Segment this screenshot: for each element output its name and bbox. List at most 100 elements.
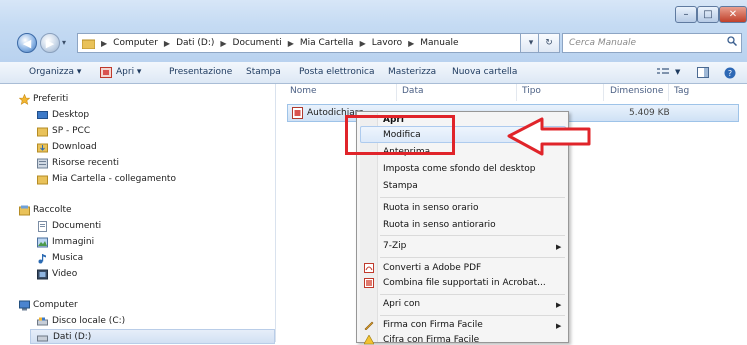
menu-item-7zip[interactable]: 7-Zip [383, 241, 406, 251]
star-icon [19, 94, 30, 105]
menu-separator [380, 257, 565, 258]
maximize-button[interactable]: □ [697, 6, 719, 23]
breadcrumb-computer[interactable]: Computer [113, 38, 158, 48]
file-size: 5.409 KB [629, 108, 670, 118]
sidebar-item-label: SP - PCC [52, 126, 91, 136]
video-icon [37, 269, 48, 280]
breadcrumb-manuale[interactable]: Manuale [420, 38, 458, 48]
library-icon [19, 205, 30, 216]
breadcrumb-mia-cartella[interactable]: Mia Cartella [300, 38, 354, 48]
navigation-pane: Preferiti Desktop SP - PCC Download Riso… [0, 84, 276, 344]
menu-separator [380, 294, 565, 295]
sidebar-item-label: Desktop [52, 110, 90, 120]
close-button[interactable]: ✕ [719, 6, 747, 23]
menu-item-convert-pdf[interactable]: Converti a Adobe PDF [383, 263, 481, 273]
sidebar-item-label: Video [52, 269, 78, 279]
view-dropdown-icon[interactable]: ▼ [675, 62, 680, 83]
menu-item-open-with[interactable]: Apri con [383, 299, 420, 309]
email-button[interactable]: Posta elettronica [299, 62, 375, 83]
menu-item-encrypt[interactable]: Cifra con Firma Facile [383, 335, 479, 345]
window-titlebar [0, 0, 747, 63]
sidebar-item-mia-cartella[interactable]: Mia Cartella - collegamento [37, 172, 176, 187]
preview-pane-icon[interactable] [697, 67, 709, 78]
submenu-arrow-icon: ▶ [556, 243, 562, 251]
sidebar-item-label: Dati (D:) [53, 332, 92, 342]
sidebar-item-download[interactable]: Download [37, 140, 97, 155]
column-divider [396, 84, 397, 101]
folder-icon [37, 127, 48, 137]
annotation-arrow-icon [507, 117, 591, 156]
documents-icon [38, 221, 47, 232]
print-button[interactable]: Stampa [246, 62, 281, 83]
menu-item-combine-acrobat[interactable]: Combina file supportati in Acrobat... [383, 278, 546, 288]
acrobat-combine-icon [364, 278, 374, 288]
submenu-arrow-icon: ▶ [556, 322, 562, 330]
breadcrumb-drive[interactable]: Dati (D:) [176, 38, 214, 48]
column-header-name[interactable]: Nome [290, 86, 317, 96]
favorites-header[interactable]: Preferiti [19, 92, 69, 107]
breadcrumb-lavoro[interactable]: Lavoro [372, 38, 402, 48]
download-folder-icon [37, 143, 48, 153]
image-file-icon [100, 67, 112, 78]
burn-button[interactable]: Masterizza [388, 62, 436, 83]
column-divider [516, 84, 517, 101]
computer-label: Computer [33, 300, 78, 310]
drive-icon [37, 335, 48, 342]
search-icon[interactable] [727, 36, 737, 46]
menu-item-sign[interactable]: Firma con Firma Facile [383, 320, 483, 330]
organize-button[interactable]: Organizza ▾ [29, 62, 81, 83]
signature-pen-icon [364, 321, 374, 330]
sidebar-item-disk-c[interactable]: Disco locale (C:) [37, 314, 125, 329]
column-header-type[interactable]: Tipo [522, 86, 541, 96]
svg-text:?: ? [728, 69, 732, 78]
sidebar-item-music[interactable]: Musica [38, 251, 84, 266]
address-bar[interactable]: ▶ Computer ▶ Dati (D:) ▶ Documenti ▶ Mia Ca… [77, 33, 536, 53]
folder-icon [82, 39, 95, 49]
breadcrumb-documents[interactable]: Documenti [233, 38, 282, 48]
column-divider [668, 84, 669, 101]
menu-item-rotate-clockwise[interactable]: Ruota in senso orario [383, 203, 478, 213]
minimize-button[interactable]: – [675, 6, 697, 23]
column-header-tag[interactable]: Tag [674, 86, 689, 96]
back-button[interactable]: ◀ [17, 33, 37, 53]
column-header-date[interactable]: Data [402, 86, 424, 96]
desktop-icon [37, 111, 48, 119]
libraries-header[interactable]: Raccolte [19, 203, 72, 218]
sidebar-item-images[interactable]: Immagini [37, 235, 95, 250]
sidebar-item-label: Immagini [52, 237, 95, 247]
music-icon [38, 254, 46, 264]
menu-item-set-desktop-background[interactable]: Imposta come sfondo del desktop [383, 164, 536, 174]
column-header-size[interactable]: Dimensione [610, 86, 663, 96]
image-file-icon [292, 107, 303, 119]
sidebar-item-label: Mia Cartella - collegamento [52, 174, 176, 184]
view-options-icon[interactable] [657, 68, 669, 77]
menu-item-rotate-counterclockwise[interactable]: Ruota in senso antiorario [383, 220, 496, 230]
menu-separator [380, 315, 565, 316]
libraries-label: Raccolte [33, 205, 72, 215]
slideshow-button[interactable]: Presentazione [169, 62, 232, 83]
computer-icon [19, 300, 30, 311]
favorites-label: Preferiti [33, 94, 69, 104]
highlight-annotation-box [345, 115, 455, 155]
recent-places-icon [37, 158, 48, 169]
help-icon[interactable]: ? [724, 67, 736, 79]
sidebar-item-label: Download [52, 142, 97, 152]
menu-item-print[interactable]: Stampa [383, 181, 418, 191]
refresh-button[interactable]: ↻ [538, 33, 560, 53]
sidebar-item-label: Musica [52, 253, 84, 263]
drive-icon [37, 317, 48, 326]
computer-header[interactable]: Computer [19, 298, 78, 313]
search-input[interactable]: Cerca Manuale [562, 33, 742, 53]
adobe-pdf-icon [364, 263, 374, 273]
sidebar-item-desktop[interactable]: Desktop [37, 108, 90, 123]
forward-button[interactable]: ▶ [40, 33, 60, 53]
history-dropdown[interactable]: ▾ [62, 38, 66, 47]
open-button[interactable]: Apri ▾ [116, 62, 141, 83]
menu-separator [380, 235, 565, 236]
new-folder-button[interactable]: Nuova cartella [452, 62, 517, 83]
sidebar-item-recent[interactable]: Risorse recenti [37, 156, 119, 171]
sidebar-item-video[interactable]: Video [37, 267, 78, 282]
sidebar-item-documents[interactable]: Documenti [38, 219, 101, 234]
sidebar-item-sp-pcc[interactable]: SP - PCC [37, 124, 91, 139]
submenu-arrow-icon: ▶ [556, 301, 562, 309]
